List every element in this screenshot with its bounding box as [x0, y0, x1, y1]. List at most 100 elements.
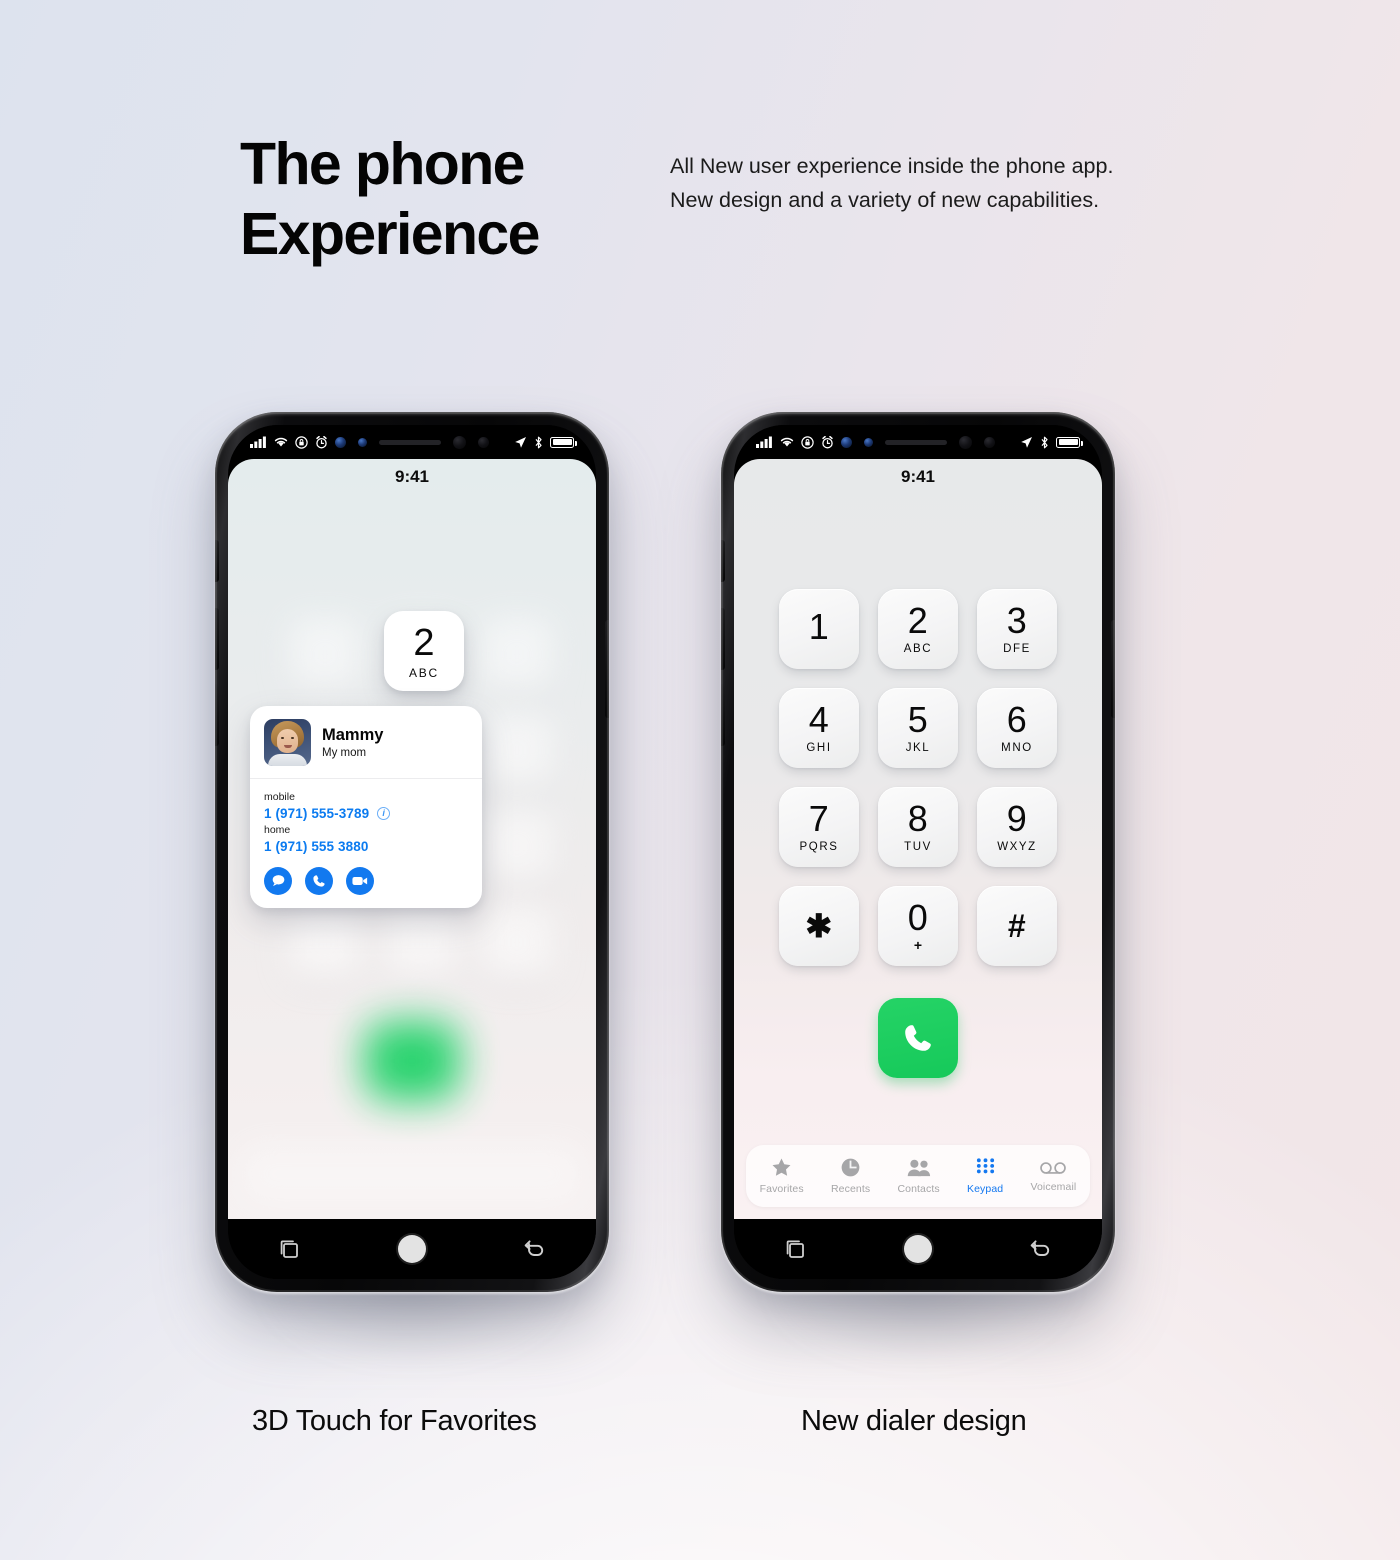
- video-call-button[interactable]: [346, 866, 374, 895]
- phone-number-mobile[interactable]: 1 (971) 555-3789 i: [264, 806, 468, 821]
- phone-number-home-value: 1 (971) 555 3880: [264, 838, 369, 854]
- avatar: [264, 719, 311, 766]
- wifi-icon: [274, 437, 288, 447]
- key-letters: PQRS: [799, 840, 839, 853]
- page-subcopy: All New user experience inside the phone…: [670, 154, 1114, 212]
- recents-icon[interactable]: [276, 1236, 302, 1262]
- key-digit: 3: [1006, 599, 1028, 641]
- volume-up-button-left[interactable]: [215, 608, 219, 670]
- power-button-right[interactable]: [1111, 620, 1115, 718]
- volume-down-button-right[interactable]: [721, 684, 725, 746]
- key-4[interactable]: 4 GHI: [779, 688, 859, 768]
- home-icon[interactable]: [398, 1235, 426, 1263]
- video-call-icon: [352, 876, 368, 885]
- bluetooth-icon: [1041, 436, 1048, 448]
- tab-label: Recents: [830, 1183, 871, 1195]
- key-digit: ✱: [805, 908, 833, 944]
- ambient-sensor: [864, 437, 873, 447]
- clock-left: 9:41: [394, 467, 430, 486]
- tab-keypad[interactable]: Keypad: [967, 1157, 1003, 1195]
- cellular-signal-icon: [756, 436, 772, 448]
- recents-icon[interactable]: [782, 1236, 808, 1262]
- voicemail-icon: [1040, 1161, 1067, 1174]
- ambient-sensor: [358, 437, 367, 447]
- caption-right: New dialer design: [801, 1405, 1027, 1437]
- phone-body-right: 9:41 1 2 ABC 3 DFE 4 GHI 5 JKL 6 MNO 7 P…: [721, 412, 1115, 1292]
- key-8[interactable]: 8 TUV: [878, 787, 958, 867]
- phone-body-left: 9:41 2 ABC Mammy My mom mobile 1 (971) 5…: [215, 412, 609, 1292]
- key-digit: 7: [808, 797, 830, 839]
- alarm-icon: [316, 435, 327, 448]
- contact-card-body: mobile 1 (971) 555-3789 i home 1 (971) 5…: [250, 779, 482, 908]
- popped-key-2[interactable]: 2 ABC: [384, 611, 464, 691]
- right-phone-mockup: 9:41 1 2 ABC 3 DFE 4 GHI 5 JKL 6 MNO 7 P…: [703, 400, 1133, 1410]
- face-id-sensor: [984, 436, 995, 448]
- key-digit: 2: [907, 599, 929, 641]
- info-icon[interactable]: i: [377, 806, 391, 820]
- caption-left: 3D Touch for Favorites: [252, 1405, 537, 1437]
- page-title: The phone Experience: [240, 131, 540, 267]
- tab-label: Contacts: [897, 1183, 940, 1195]
- earpiece-speaker: [379, 439, 441, 445]
- keypad-icon: [976, 1158, 994, 1174]
- silent-switch-left[interactable]: [215, 540, 219, 582]
- key-letters: MNO: [1001, 741, 1033, 754]
- contact-name: Mammy: [322, 725, 384, 744]
- key-9[interactable]: 9 WXYZ: [977, 787, 1057, 867]
- app-area-right: 9:41 1 2 ABC 3 DFE 4 GHI 5 JKL 6 MNO 7 P…: [734, 459, 1102, 1219]
- system-nav-bar-left: [228, 1219, 596, 1279]
- call-button-contact[interactable]: [305, 866, 333, 895]
- key-letters: ABC: [903, 642, 933, 655]
- key-digit: #: [1007, 908, 1027, 944]
- page-header: The phone Experience All New user experi…: [240, 130, 1170, 269]
- battery-icon: [550, 436, 577, 448]
- key-2[interactable]: 2 ABC: [878, 589, 958, 669]
- key-3[interactable]: 3 DFE: [977, 589, 1057, 669]
- volume-up-button-right[interactable]: [721, 608, 725, 670]
- key-letters: +: [913, 937, 923, 953]
- dialer-keypad: 1 2 ABC 3 DFE 4 GHI 5 JKL 6 MNO 7 PQRS 8…: [779, 589, 1057, 966]
- phone-label-home: home: [264, 823, 291, 836]
- key-1[interactable]: 1: [779, 589, 859, 669]
- tab-voicemail[interactable]: Voicemail: [1030, 1160, 1076, 1193]
- location-icon: [515, 436, 526, 448]
- tab-recents[interactable]: Recents: [831, 1157, 870, 1195]
- message-button[interactable]: [264, 866, 292, 895]
- volume-down-button-left[interactable]: [215, 684, 219, 746]
- back-icon[interactable]: [1028, 1236, 1054, 1262]
- key-0[interactable]: 0 +: [878, 886, 958, 966]
- contact-preview-card[interactable]: Mammy My mom mobile 1 (971) 555-3789 i h…: [250, 706, 482, 908]
- clock-icon: [841, 1158, 860, 1177]
- power-button-left[interactable]: [605, 620, 609, 718]
- key-digit: 8: [907, 797, 929, 839]
- key-hash[interactable]: #: [977, 886, 1057, 966]
- contact-actions: [264, 866, 468, 895]
- silent-switch-right[interactable]: [721, 540, 725, 582]
- front-camera: [453, 435, 466, 449]
- tab-contacts[interactable]: Contacts: [897, 1157, 940, 1195]
- home-icon[interactable]: [904, 1235, 932, 1263]
- contact-relation: My mom: [322, 747, 367, 760]
- phone-number-home[interactable]: 1 (971) 555 3880: [264, 839, 468, 854]
- phone-number-mobile-value: 1 (971) 555-3789: [264, 805, 370, 821]
- back-icon[interactable]: [522, 1236, 548, 1262]
- contact-card-header: Mammy My mom: [250, 706, 482, 779]
- tab-label: Keypad: [966, 1183, 1004, 1195]
- tab-bar: Favorites Recents Contacts Keypad Voicem…: [746, 1145, 1090, 1207]
- key-6[interactable]: 6 MNO: [977, 688, 1057, 768]
- message-icon: [272, 875, 284, 887]
- phone-label-mobile: mobile: [264, 791, 295, 803]
- cellular-signal-icon: [250, 436, 266, 448]
- key-star[interactable]: ✱: [779, 886, 859, 966]
- key-5[interactable]: 5 JKL: [878, 688, 958, 768]
- tab-favorites[interactable]: Favorites: [760, 1157, 804, 1195]
- proximity-sensor: [335, 436, 346, 448]
- key-letters: GHI: [806, 741, 832, 754]
- key-7[interactable]: 7 PQRS: [779, 787, 859, 867]
- call-icon: [905, 1025, 931, 1051]
- key-digit: 6: [1006, 698, 1028, 740]
- blurred-call-button: [364, 1021, 460, 1101]
- battery-icon: [1056, 436, 1083, 448]
- call-button[interactable]: [878, 998, 958, 1078]
- system-nav-bar-right: [734, 1219, 1102, 1279]
